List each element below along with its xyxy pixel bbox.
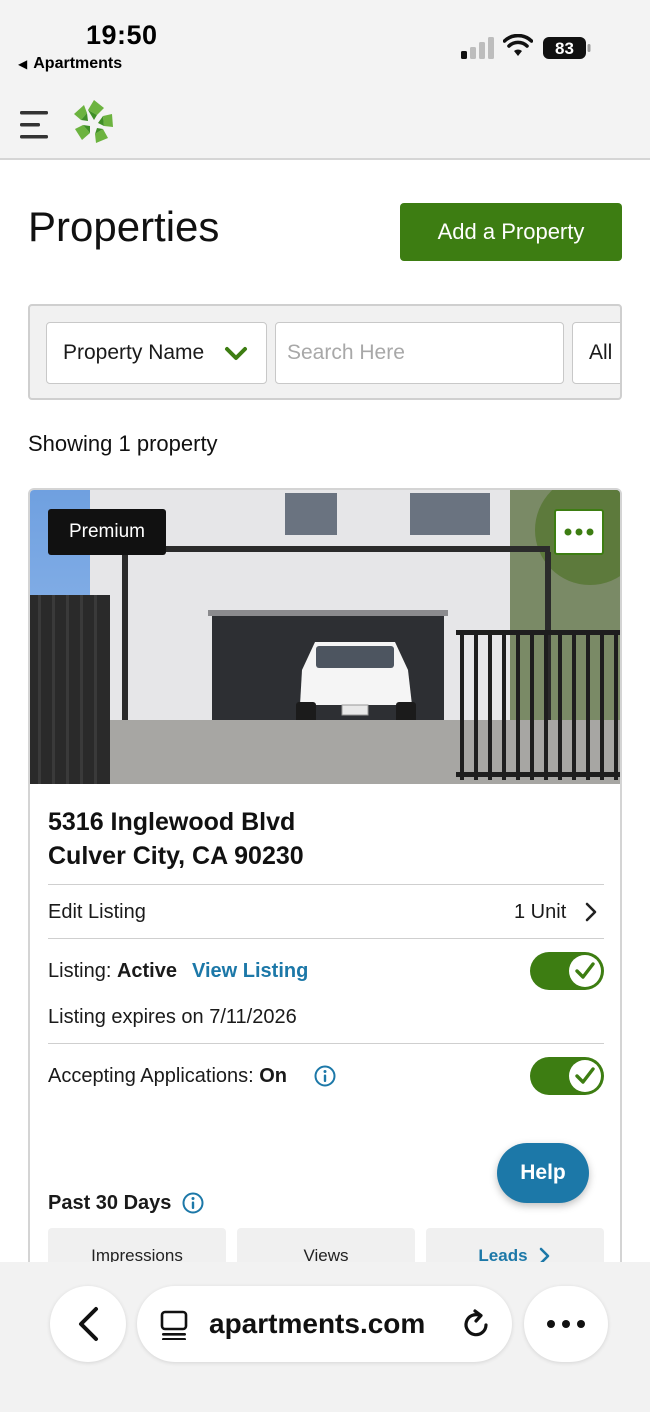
back-to-app-link[interactable]: ◀ Apartments <box>18 55 122 73</box>
reload-icon[interactable] <box>460 1308 492 1340</box>
chevron-right-icon[interactable] <box>584 902 598 922</box>
info-icon[interactable] <box>182 1192 204 1214</box>
accepting-status-value: On <box>259 1065 288 1087</box>
battery-icon: 83 <box>543 37 591 59</box>
wifi-icon <box>503 34 533 56</box>
app-header <box>0 88 650 160</box>
chevron-left-icon <box>79 1307 98 1341</box>
checkmark-icon <box>575 1067 595 1084</box>
browser-more-button[interactable] <box>524 1286 608 1362</box>
status-bar: 19:50 ◀ Apartments 83 <box>0 0 650 88</box>
apartments-logo-icon[interactable] <box>70 98 118 146</box>
info-icon[interactable] <box>314 1065 336 1087</box>
divider <box>48 938 604 939</box>
address-line-2: Culver City, CA 90230 <box>48 842 304 870</box>
back-app-label: Apartments <box>33 55 123 72</box>
status-time: 19:50 <box>86 20 158 50</box>
divider <box>48 884 604 885</box>
toggle-knob <box>569 1060 601 1092</box>
edit-listing-link[interactable]: Edit Listing <box>48 901 146 924</box>
accepting-applications-toggle[interactable] <box>530 1057 604 1095</box>
listing-label: Listing: <box>48 960 117 982</box>
filter-select-value: Property Name <box>63 341 205 364</box>
add-property-button[interactable]: Add a Property <box>400 203 622 261</box>
more-options-button[interactable] <box>554 509 604 555</box>
accepting-applications: Accepting Applications: On <box>48 1065 287 1088</box>
page-tab-icon <box>160 1310 188 1340</box>
ellipsis-icon <box>547 1320 585 1328</box>
page-title: Properties <box>28 203 220 250</box>
search-input[interactable]: Search Here <box>275 322 564 384</box>
results-count: Showing 1 property <box>28 431 218 456</box>
filter-bar: Property Name Search Here All <box>28 304 622 400</box>
property-name-dropdown[interactable]: Property Name <box>46 322 267 384</box>
listing-status-value: Active <box>116 960 177 982</box>
help-button[interactable]: Help <box>497 1143 589 1203</box>
browser-toolbar: apartments.com <box>0 1262 650 1412</box>
address-line-1: 5316 Inglewood Blvd <box>48 808 296 836</box>
listing-status: Listing: Active <box>48 960 177 983</box>
view-listing-link[interactable]: View Listing <box>192 960 308 983</box>
listing-expiry: Listing expires on 7/11/2026 <box>48 1006 297 1028</box>
url-text: apartments.com <box>209 1308 426 1339</box>
ellipsis-icon <box>564 528 594 536</box>
address-bar[interactable]: apartments.com <box>137 1286 512 1362</box>
chevron-down-icon <box>224 343 248 363</box>
property-address[interactable]: 5316 Inglewood Blvd Culver City, CA 9023… <box>48 805 304 873</box>
listing-active-toggle[interactable] <box>530 952 604 990</box>
status-filter-dropdown[interactable]: All <box>572 322 620 384</box>
browser-back-button[interactable] <box>50 1286 126 1362</box>
hamburger-menu-icon[interactable] <box>20 108 48 142</box>
accepting-label: Accepting Applications: <box>48 1065 260 1087</box>
back-triangle-icon: ◀ <box>18 57 28 71</box>
checkmark-icon <box>575 962 595 979</box>
toggle-knob <box>569 955 601 987</box>
divider <box>48 1043 604 1044</box>
past-30-days-heading: Past 30 Days <box>48 1192 172 1214</box>
unit-count[interactable]: 1 Unit <box>514 901 566 924</box>
premium-badge: Premium <box>48 509 166 555</box>
battery-level: 83 <box>555 39 574 58</box>
cellular-signal-icon <box>461 37 494 59</box>
